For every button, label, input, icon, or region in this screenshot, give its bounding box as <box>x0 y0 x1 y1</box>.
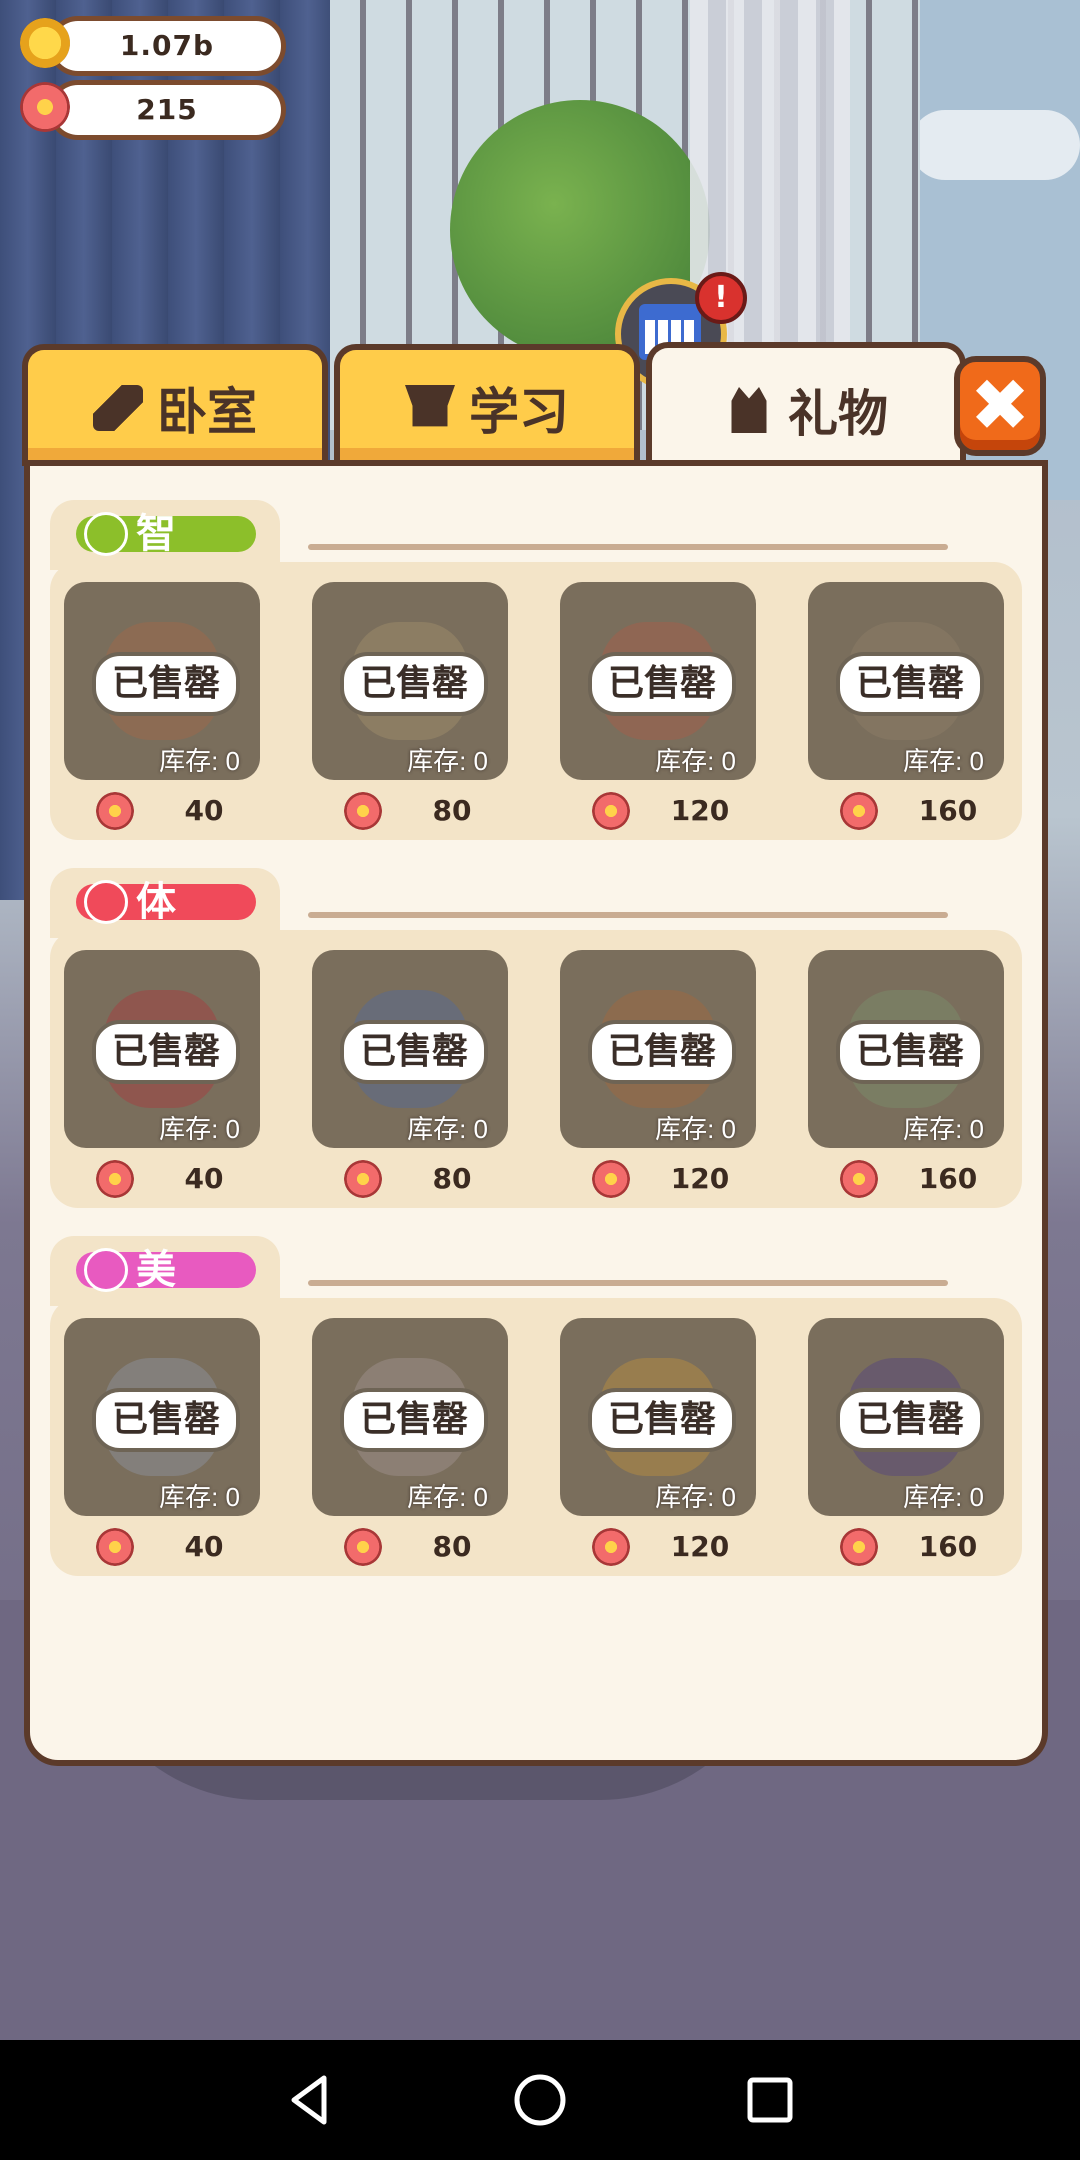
price: 80 <box>432 1530 472 1563</box>
gift-item[interactable]: 已售罄 库存: 0 120 <box>560 950 756 1204</box>
price: 120 <box>670 1162 730 1195</box>
gift-item[interactable]: 已售罄 库存: 0 80 <box>312 950 508 1204</box>
price: 160 <box>918 1530 978 1563</box>
sold-out-label: 已售罄 <box>588 652 736 716</box>
section-label: 美 <box>76 1248 256 1292</box>
gift-item[interactable]: 已售罄 库存: 0 80 <box>312 1318 508 1572</box>
flower-icon <box>840 792 878 830</box>
coin-icon <box>20 18 70 68</box>
price: 40 <box>184 1162 224 1195</box>
flower-icon <box>344 792 382 830</box>
price: 160 <box>918 794 978 827</box>
sold-out-label: 已售罄 <box>588 1388 736 1452</box>
gift-shop-panel: 智 已售罄 库存: 0 40 已售罄 库存: 0 80 已售罄 库存: 0 12… <box>24 460 1048 1766</box>
tab-label: 卧室 <box>157 383 257 441</box>
gift-item[interactable]: 已售罄 库存: 0 40 <box>64 950 260 1204</box>
sold-out-label: 已售罄 <box>92 1388 240 1452</box>
stock-label: 库存: 0 <box>407 1482 488 1512</box>
recents-square-icon <box>747 2077 793 2123</box>
close-button[interactable]: ✖ <box>954 356 1046 456</box>
system-nav-bar <box>0 2040 1080 2160</box>
close-icon: ✖ <box>969 363 1031 447</box>
shop-tabs: 卧室 学习 礼物 <box>22 342 1042 472</box>
flower-icon <box>592 792 630 830</box>
sold-out-label: 已售罄 <box>836 652 984 716</box>
home-button[interactable] <box>510 2070 570 2130</box>
stock-label: 库存: 0 <box>903 1482 984 1512</box>
gift-item[interactable]: 已售罄 库存: 0 40 <box>64 1318 260 1572</box>
tab-study[interactable]: 学习 <box>334 344 640 466</box>
tab-label: 学习 <box>469 383 569 441</box>
divider <box>308 544 948 550</box>
stock-label: 库存: 0 <box>655 746 736 776</box>
tab-label: 礼物 <box>788 385 888 443</box>
stock-label: 库存: 0 <box>159 1114 240 1144</box>
sold-out-label: 已售罄 <box>340 652 488 716</box>
recents-button[interactable] <box>740 2070 800 2130</box>
divider <box>308 1280 948 1286</box>
flower-icon <box>840 1160 878 1198</box>
flower-icon <box>20 82 70 132</box>
back-triangle-icon <box>291 2075 327 2125</box>
gift-icon <box>731 387 767 433</box>
basketball-icon <box>84 880 128 924</box>
gift-item[interactable]: 已售罄 库存: 0 160 <box>808 582 1004 836</box>
section-label: 智 <box>76 512 256 556</box>
price: 40 <box>184 794 224 827</box>
price: 80 <box>432 1162 472 1195</box>
stock-label: 库存: 0 <box>903 1114 984 1144</box>
gift-item[interactable]: 已售罄 库存: 0 80 <box>312 582 508 836</box>
divider <box>308 912 948 918</box>
cloud <box>910 110 1080 180</box>
flower-icon <box>96 792 134 830</box>
stock-label: 库存: 0 <box>407 746 488 776</box>
stock-label: 库存: 0 <box>655 1482 736 1512</box>
flower-icon <box>592 1528 630 1566</box>
back-button[interactable] <box>280 2070 340 2130</box>
stock-label: 库存: 0 <box>159 746 240 776</box>
flower-icon <box>344 1160 382 1198</box>
price: 80 <box>432 794 472 827</box>
flower-value: 215 <box>48 80 286 140</box>
alert-badge-icon: ! <box>695 272 747 324</box>
flower-icon <box>592 1160 630 1198</box>
price: 120 <box>670 1530 730 1563</box>
flower-icon <box>344 1528 382 1566</box>
section-label: 体 <box>76 880 256 924</box>
price: 160 <box>918 1162 978 1195</box>
flower-icon <box>96 1528 134 1566</box>
flower-icon <box>840 1528 878 1566</box>
hammer-icon <box>93 385 143 431</box>
price: 120 <box>670 794 730 827</box>
tab-gift[interactable]: 礼物 <box>646 342 966 472</box>
stock-label: 库存: 0 <box>655 1114 736 1144</box>
coin-value: 1.07b <box>48 16 286 76</box>
gift-item[interactable]: 已售罄 库存: 0 120 <box>560 582 756 836</box>
flower-icon <box>96 1160 134 1198</box>
sold-out-label: 已售罄 <box>588 1020 736 1084</box>
sold-out-label: 已售罄 <box>92 652 240 716</box>
gift-item[interactable]: 已售罄 库存: 0 160 <box>808 1318 1004 1572</box>
tab-bedroom[interactable]: 卧室 <box>22 344 328 466</box>
music-note-icon <box>84 1248 128 1292</box>
sold-out-label: 已售罄 <box>340 1020 488 1084</box>
graduation-cap-icon <box>405 385 455 427</box>
sold-out-label: 已售罄 <box>836 1020 984 1084</box>
sold-out-label: 已售罄 <box>92 1020 240 1084</box>
sold-out-label: 已售罄 <box>340 1388 488 1452</box>
sold-out-label: 已售罄 <box>836 1388 984 1452</box>
price: 40 <box>184 1530 224 1563</box>
stock-label: 库存: 0 <box>407 1114 488 1144</box>
gift-item[interactable]: 已售罄 库存: 0 40 <box>64 582 260 836</box>
stock-label: 库存: 0 <box>159 1482 240 1512</box>
home-circle-icon <box>514 2074 566 2126</box>
lightbulb-icon <box>84 512 128 556</box>
stock-label: 库存: 0 <box>903 746 984 776</box>
gift-item[interactable]: 已售罄 库存: 0 160 <box>808 950 1004 1204</box>
gift-item[interactable]: 已售罄 库存: 0 120 <box>560 1318 756 1572</box>
